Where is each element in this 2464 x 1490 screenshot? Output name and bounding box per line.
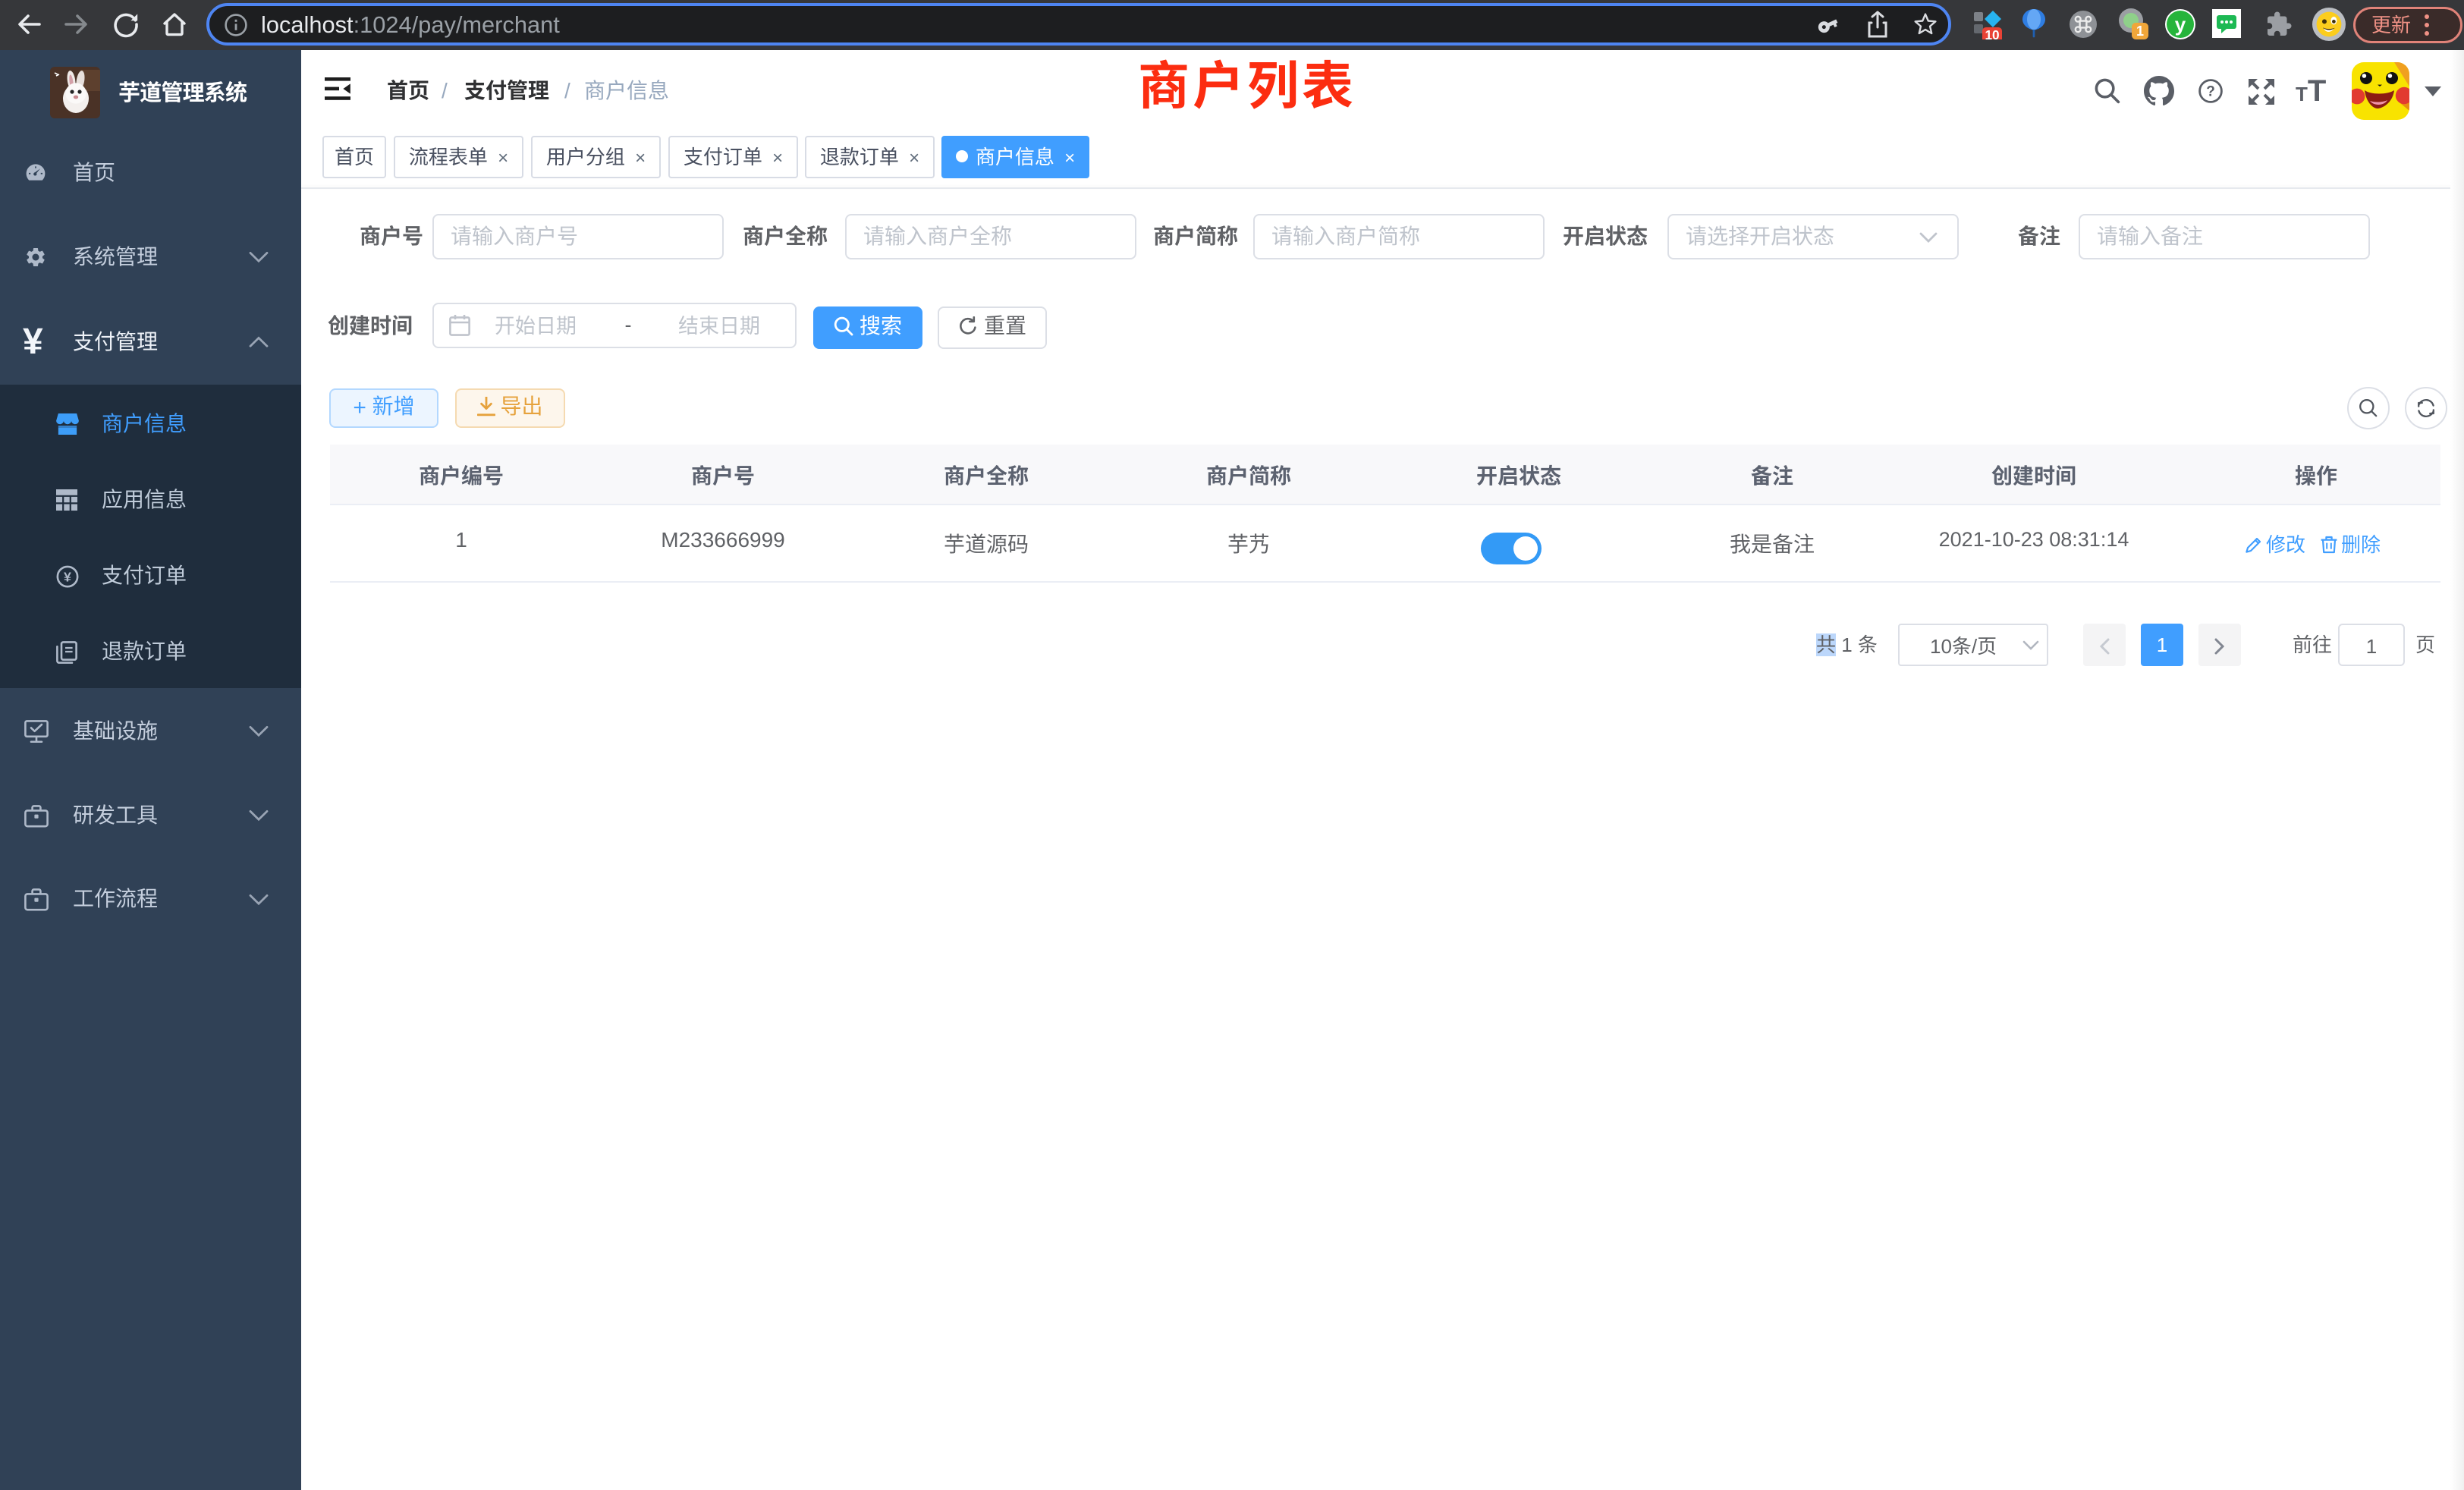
svg-text:¥: ¥ xyxy=(64,569,71,584)
svg-text:y: y xyxy=(2175,13,2186,36)
svg-text:?: ? xyxy=(2206,83,2215,99)
svg-text:10: 10 xyxy=(1985,27,1999,39)
svg-text:1: 1 xyxy=(2136,24,2144,39)
